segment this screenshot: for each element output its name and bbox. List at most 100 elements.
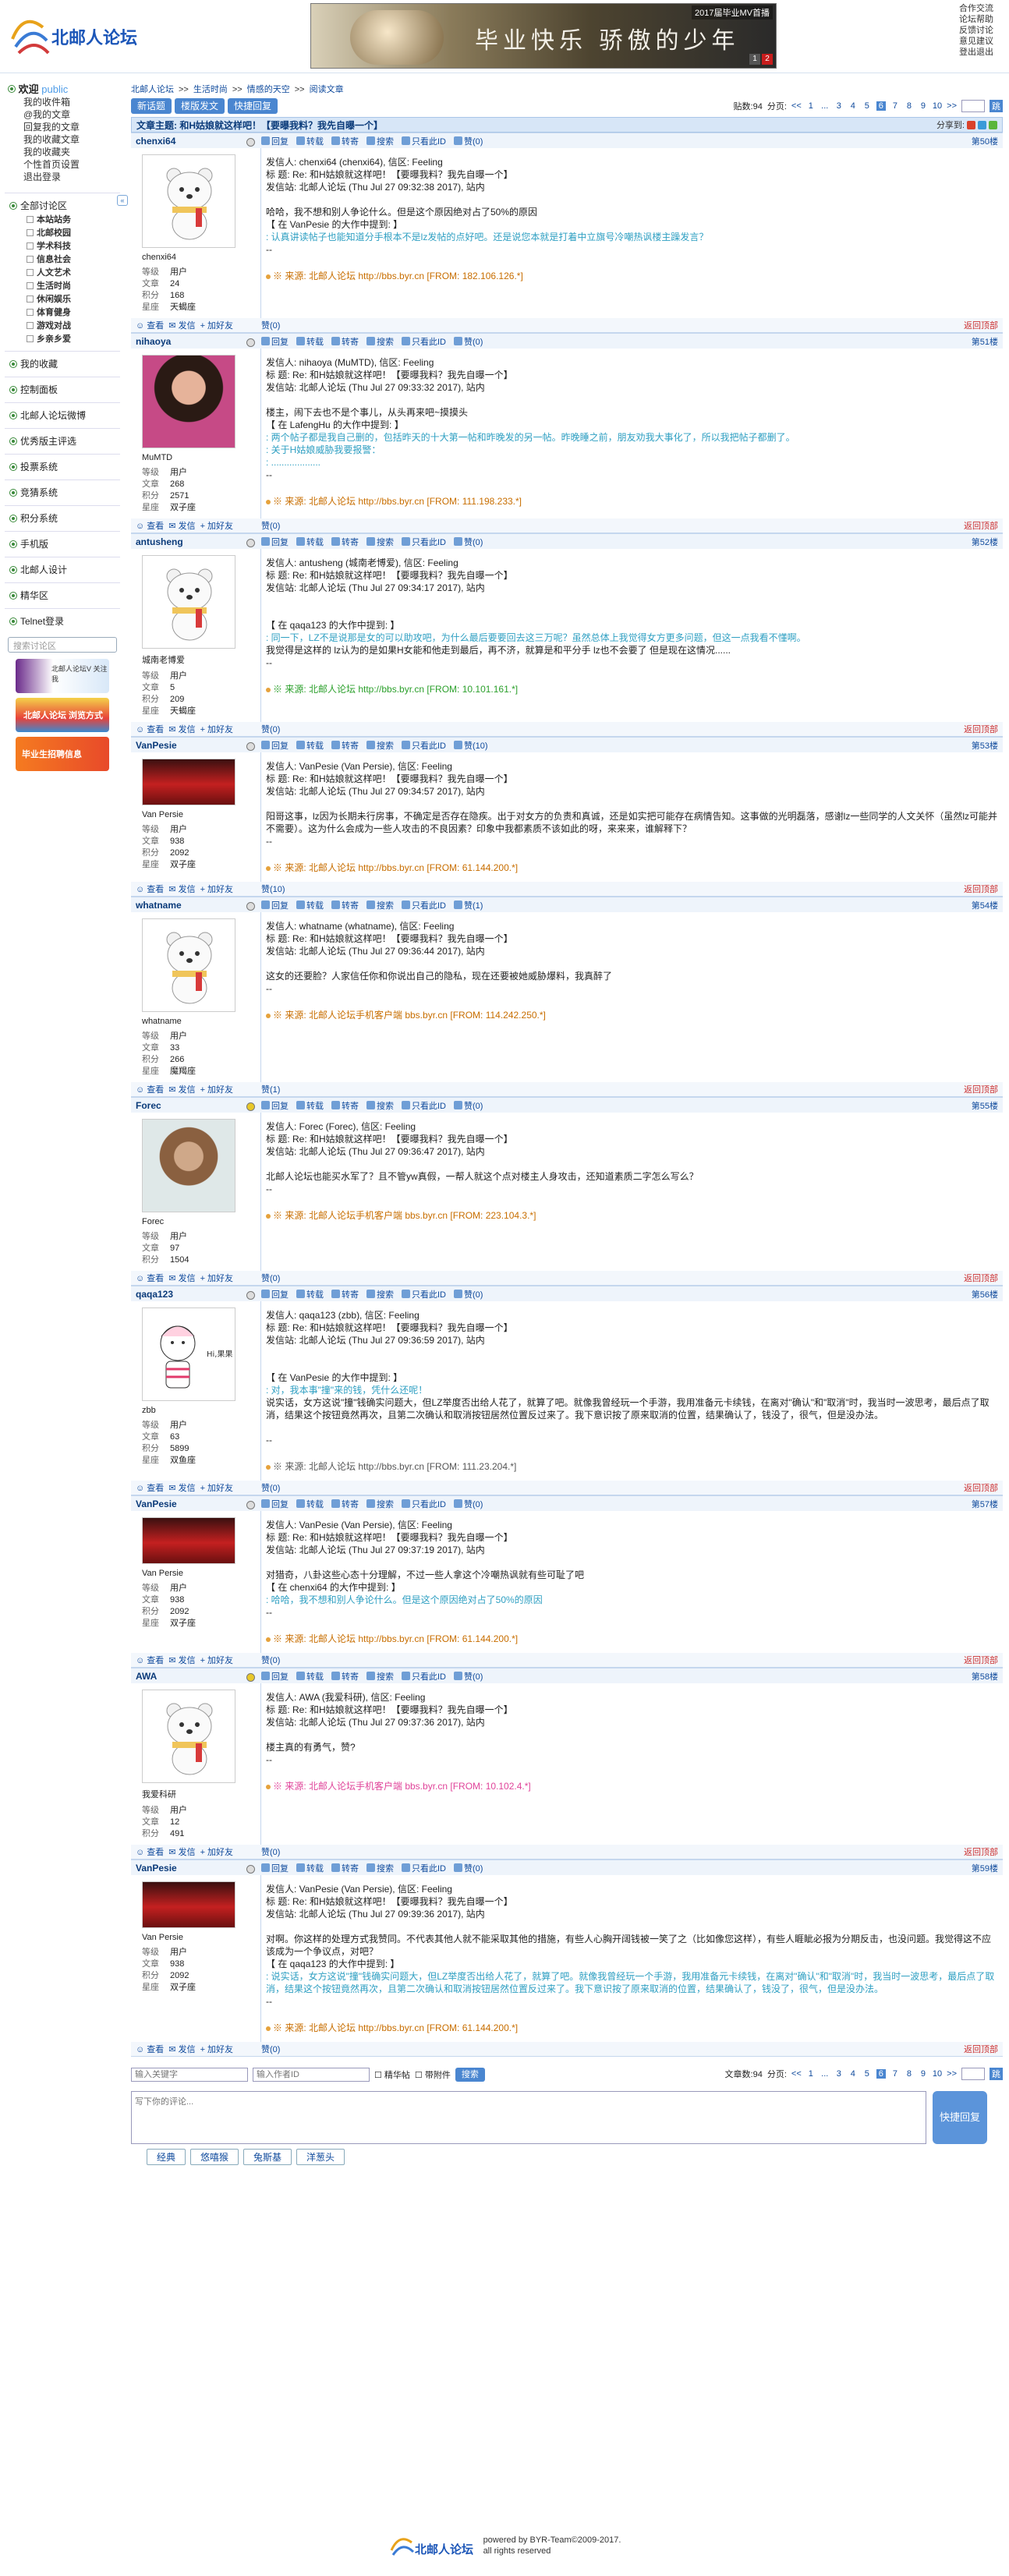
post-action-filter-user[interactable]: 只看此ID: [402, 739, 446, 752]
send-mail-link[interactable]: ✉ 发信: [168, 1083, 195, 1095]
post-action-reply[interactable]: 回复: [261, 1862, 289, 1874]
prev-page-button[interactable]: <<: [791, 2069, 802, 2079]
page-link[interactable]: 5: [862, 2069, 872, 2079]
view-profile-link[interactable]: ☺ 查看: [136, 723, 164, 735]
page-link[interactable]: 4: [848, 101, 858, 111]
menu-item[interactable]: 北邮人论坛微博: [5, 402, 120, 425]
send-mail-link[interactable]: ✉ 发信: [168, 1654, 195, 1666]
view-profile-link[interactable]: ☺ 查看: [136, 1083, 164, 1095]
view-profile-link[interactable]: ☺ 查看: [136, 519, 164, 532]
like-count[interactable]: 赞(1): [261, 1083, 280, 1095]
user-link[interactable]: 我的收件箱: [23, 96, 117, 108]
post-action-send[interactable]: 转寄: [331, 1670, 359, 1683]
section-link[interactable]: 乡亲乡爱: [27, 333, 120, 346]
breadcrumb-link[interactable]: 阅读文章: [310, 85, 344, 94]
back-to-top-link[interactable]: 返回顶部: [964, 519, 1003, 532]
back-to-top-link[interactable]: 返回顶部: [964, 1083, 1003, 1095]
back-to-top-link[interactable]: 返回顶部: [964, 2043, 1003, 2055]
post-action-search[interactable]: 搜索: [366, 1498, 394, 1510]
next-page-button[interactable]: >>: [947, 2069, 957, 2079]
only-jing-checkbox[interactable]: ☐ 精华帖: [374, 2068, 410, 2081]
post-action-search[interactable]: 搜索: [366, 1670, 394, 1683]
renren-share-icon[interactable]: [989, 120, 997, 129]
post-action-filter-user[interactable]: 只看此ID: [402, 335, 446, 348]
post-author[interactable]: VanPesie: [131, 1499, 261, 1509]
back-to-top-link[interactable]: 返回顶部: [964, 723, 1003, 735]
browse-mode-ad[interactable]: 北邮人论坛 浏览方式: [16, 698, 109, 732]
menu-item[interactable]: 竞猜系统: [5, 479, 120, 502]
page-link[interactable]: 1: [806, 2069, 816, 2079]
post-action-reply[interactable]: 回复: [261, 1099, 289, 1112]
post-action-like[interactable]: 赞(0): [454, 335, 483, 348]
send-mail-link[interactable]: ✉ 发信: [168, 883, 195, 895]
floor-post-button[interactable]: 楼版发文: [175, 98, 225, 114]
post-action-reply[interactable]: 回复: [261, 1288, 289, 1300]
menu-item[interactable]: 优秀版主评选: [5, 428, 120, 451]
view-profile-link[interactable]: ☺ 查看: [136, 319, 164, 331]
menu-item[interactable]: 积分系统: [5, 505, 120, 528]
post-action-filter-user[interactable]: 只看此ID: [402, 1670, 446, 1683]
back-to-top-link[interactable]: 返回顶部: [964, 1845, 1003, 1858]
avatar[interactable]: [142, 154, 235, 248]
section-link[interactable]: 游戏对战: [27, 320, 120, 333]
floor-number[interactable]: 第54楼: [972, 899, 1003, 911]
menu-item[interactable]: Telnet登录: [5, 608, 120, 631]
floor-number[interactable]: 第50楼: [972, 135, 1003, 147]
add-friend-link[interactable]: + 加好友: [200, 1272, 233, 1284]
floor-number[interactable]: 第53楼: [972, 739, 1003, 752]
page-link[interactable]: 4: [848, 2069, 858, 2079]
post-action-filter-user[interactable]: 只看此ID: [402, 1862, 446, 1874]
send-mail-link[interactable]: ✉ 发信: [168, 1272, 195, 1284]
post-action-search[interactable]: 搜索: [366, 1099, 394, 1112]
post-action-forward[interactable]: 转载: [296, 135, 324, 147]
section-link[interactable]: 休闲娱乐: [27, 293, 120, 306]
new-topic-button[interactable]: 新话题: [131, 98, 172, 114]
user-link[interactable]: 我的收藏文章: [23, 133, 117, 146]
post-action-reply[interactable]: 回复: [261, 335, 289, 348]
post-action-forward[interactable]: 转载: [296, 1670, 324, 1683]
page-link[interactable]: 10: [933, 101, 942, 111]
top-link[interactable]: 反馈讨论: [959, 25, 1006, 36]
like-count[interactable]: 赞(0): [261, 1272, 280, 1284]
menu-item[interactable]: 控制面板: [5, 377, 120, 399]
post-action-forward[interactable]: 转载: [296, 1862, 324, 1874]
post-action-reply[interactable]: 回复: [261, 536, 289, 548]
like-count[interactable]: 赞(0): [261, 519, 280, 532]
post-action-filter-user[interactable]: 只看此ID: [402, 1288, 446, 1300]
floor-number[interactable]: 第52楼: [972, 536, 1003, 548]
like-count[interactable]: 赞(0): [261, 1654, 280, 1666]
section-link[interactable]: 人文艺术: [27, 267, 120, 280]
post-action-send[interactable]: 转寄: [331, 135, 359, 147]
emote-tab[interactable]: 兔斯基: [243, 2149, 292, 2165]
section-link[interactable]: 本站站务: [27, 214, 120, 227]
post-author[interactable]: Forec: [131, 1100, 261, 1111]
add-friend-link[interactable]: + 加好友: [200, 1083, 233, 1095]
post-action-send[interactable]: 转寄: [331, 536, 359, 548]
post-action-send[interactable]: 转寄: [331, 739, 359, 752]
post-action-reply[interactable]: 回复: [261, 1670, 289, 1683]
page-link[interactable]: 5: [862, 101, 872, 111]
page-link[interactable]: 3: [834, 101, 844, 111]
site-logo[interactable]: 北邮人论坛: [8, 8, 140, 58]
send-mail-link[interactable]: ✉ 发信: [168, 1481, 195, 1494]
collapse-sidebar-button[interactable]: «: [117, 195, 128, 206]
page-link[interactable]: 8: [905, 101, 914, 111]
post-action-send[interactable]: 转寄: [331, 1498, 359, 1510]
post-author[interactable]: VanPesie: [131, 1863, 261, 1874]
section-link[interactable]: 体育健身: [27, 306, 120, 320]
post-action-filter-user[interactable]: 只看此ID: [402, 135, 446, 147]
user-link[interactable]: 我的收藏夹: [23, 146, 117, 158]
user-link[interactable]: @我的文章: [23, 108, 117, 121]
post-action-reply[interactable]: 回复: [261, 135, 289, 147]
breadcrumb-link[interactable]: 情感的天空: [247, 85, 290, 94]
page-link[interactable]: 1: [806, 101, 816, 111]
page-link[interactable]: 6: [876, 101, 886, 111]
page-jump-input[interactable]: [961, 100, 985, 112]
menu-item[interactable]: 手机版: [5, 531, 120, 554]
add-friend-link[interactable]: + 加好友: [200, 1654, 233, 1666]
author-input[interactable]: [253, 2068, 370, 2082]
page-link[interactable]: 7: [890, 2069, 900, 2079]
page-link[interactable]: 6: [876, 2069, 886, 2079]
page-link[interactable]: 3: [834, 2069, 844, 2079]
post-author[interactable]: antusheng: [131, 536, 261, 547]
